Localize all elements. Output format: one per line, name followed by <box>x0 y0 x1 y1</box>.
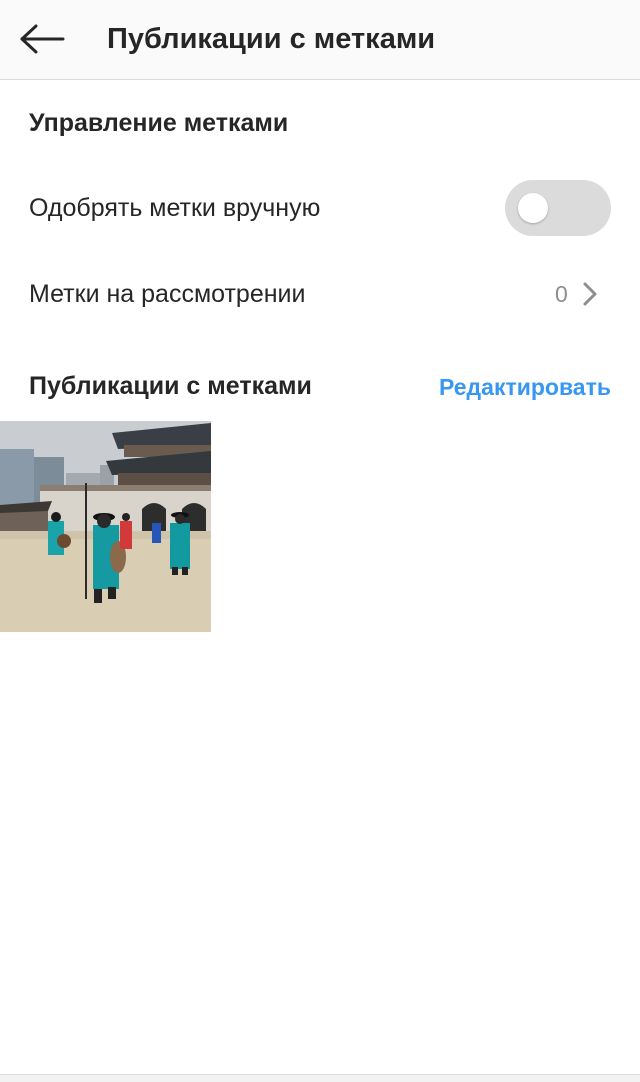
top-bar: Публикации с метками <box>0 0 640 80</box>
bottom-edge <box>0 1074 640 1082</box>
back-button[interactable] <box>14 16 70 62</box>
photo-image <box>0 421 211 632</box>
toggle-knob <box>518 193 548 223</box>
tagged-posts-heading: Публикации с метками <box>29 372 312 400</box>
pending-count: 0 <box>555 281 568 307</box>
chevron-right-icon <box>583 282 597 306</box>
back-arrow-icon <box>20 24 65 54</box>
edit-link[interactable]: Редактировать <box>439 370 611 404</box>
tagged-post-thumbnail[interactable] <box>0 421 211 632</box>
manage-tags-heading: Управление метками <box>29 109 289 137</box>
manual-approve-label: Одобрять метки вручную <box>29 194 321 222</box>
pending-tags-row[interactable]: Метки на рассмотрении 0 <box>0 260 640 328</box>
manual-approve-toggle[interactable] <box>505 180 611 236</box>
page-title: Публикации с метками <box>107 23 436 55</box>
manual-approve-row: Одобрять метки вручную <box>0 174 640 242</box>
pending-tags-label: Метки на рассмотрении <box>29 280 306 308</box>
